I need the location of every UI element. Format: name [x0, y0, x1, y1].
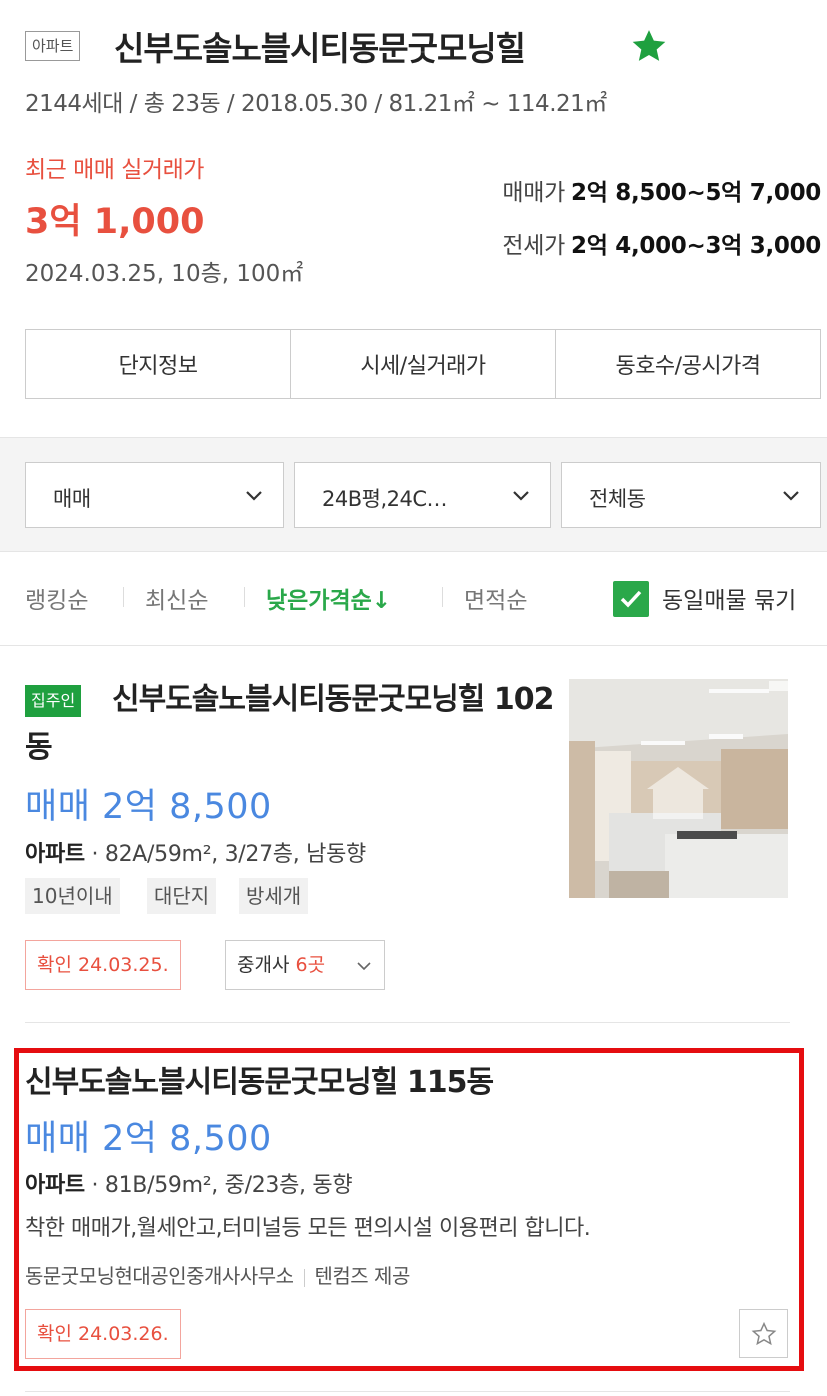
checkmark-icon [620, 590, 642, 608]
listing-spec: 아파트 · 82A/59m², 3/27층, 남동향 [25, 836, 366, 868]
recent-deal-price: 3억 1,000 [25, 202, 205, 242]
sale-price-label: 매매가 [502, 180, 565, 206]
jeonse-price-range: 전세가 2억 4,000~3억 3,000 [502, 226, 821, 260]
tab-market-price[interactable]: 시세/실거래가 [291, 330, 556, 398]
dong-select[interactable]: 전체동 [561, 462, 821, 528]
verified-date-badge: 확인 24.03.25. [25, 940, 181, 990]
listing-divider [25, 1022, 790, 1023]
sort-divider [123, 587, 124, 607]
sort-ranking[interactable]: 랭킹순 [25, 581, 88, 615]
favorite-star-icon[interactable] [629, 26, 669, 66]
complex-summary: 2144세대 / 총 23동 / 2018.05.30 / 81.21㎡ ~ 1… [25, 91, 607, 117]
listing-title[interactable]: 신부도솔노블시티동문굿모닝힐 102동 [25, 676, 555, 772]
tab-unit-public-price[interactable]: 동호수/공시가격 [556, 330, 820, 398]
sort-divider [244, 587, 245, 607]
listing-photo[interactable] [569, 679, 788, 898]
sale-price-range: 매매가 2억 8,500~5억 7,000 [502, 173, 821, 207]
agency-label: 중개사 [237, 954, 290, 976]
chevron-down-icon [246, 491, 262, 501]
sort-newest[interactable]: 최신순 [145, 581, 208, 615]
owner-badge: 집주인 [25, 685, 82, 717]
agency-count-button[interactable]: 중개사 6곳 [225, 940, 385, 990]
chevron-down-icon [357, 962, 371, 971]
listing-tag: 대단지 [147, 878, 217, 914]
highlight-box [14, 1048, 804, 1371]
chevron-down-icon [783, 491, 799, 501]
trade-type-select[interactable]: 매매 [25, 462, 284, 528]
sort-divider [442, 587, 443, 607]
tab-complex-info[interactable]: 단지정보 [26, 330, 291, 398]
listing-spec-type: 아파트 [25, 842, 85, 867]
chevron-down-icon [513, 491, 529, 501]
property-type-badge: 아파트 [25, 31, 81, 61]
jeonse-price-label: 전세가 [502, 233, 565, 259]
complex-title: 신부도솔노블시티동문굿모닝힐 [114, 29, 526, 68]
group-listings-label[interactable]: 동일매물 묶기 [662, 581, 796, 615]
jeonse-price-value: 2억 4,000~3억 3,000 [570, 233, 821, 259]
complex-header: 아파트 신부도솔노블시티동문굿모닝힐 2144세대 / 총 23동 / 2018… [0, 0, 827, 430]
area-value: 24B평,24C… [322, 487, 448, 511]
agency-count: 6곳 [295, 954, 326, 976]
sale-price-value: 2억 8,500~5억 7,000 [570, 180, 821, 206]
listing-divider [25, 1391, 790, 1392]
sort-lowest-price[interactable]: 낮은가격순↓ [266, 581, 391, 615]
listing-spec-detail: · 82A/59m², 3/27층, 남동향 [84, 842, 367, 867]
complex-tabs: 단지정보 시세/실거래가 동호수/공시가격 [25, 329, 821, 399]
recent-deal-detail: 2024.03.25, 10층, 100㎡ [25, 261, 304, 287]
recent-deal-label: 최근 매매 실거래가 [25, 157, 204, 183]
listing-tag: 10년이내 [25, 878, 120, 914]
group-listings-checkbox[interactable] [613, 581, 649, 617]
sort-area[interactable]: 면적순 [464, 581, 527, 615]
area-select[interactable]: 24B평,24C… [294, 462, 551, 528]
trade-type-value: 매매 [53, 487, 91, 511]
dong-value: 전체동 [589, 487, 646, 511]
listing-price: 매매 2억 8,500 [25, 787, 272, 827]
kitchen-photo-image [569, 679, 788, 898]
listing-tag: 방세개 [239, 878, 309, 914]
